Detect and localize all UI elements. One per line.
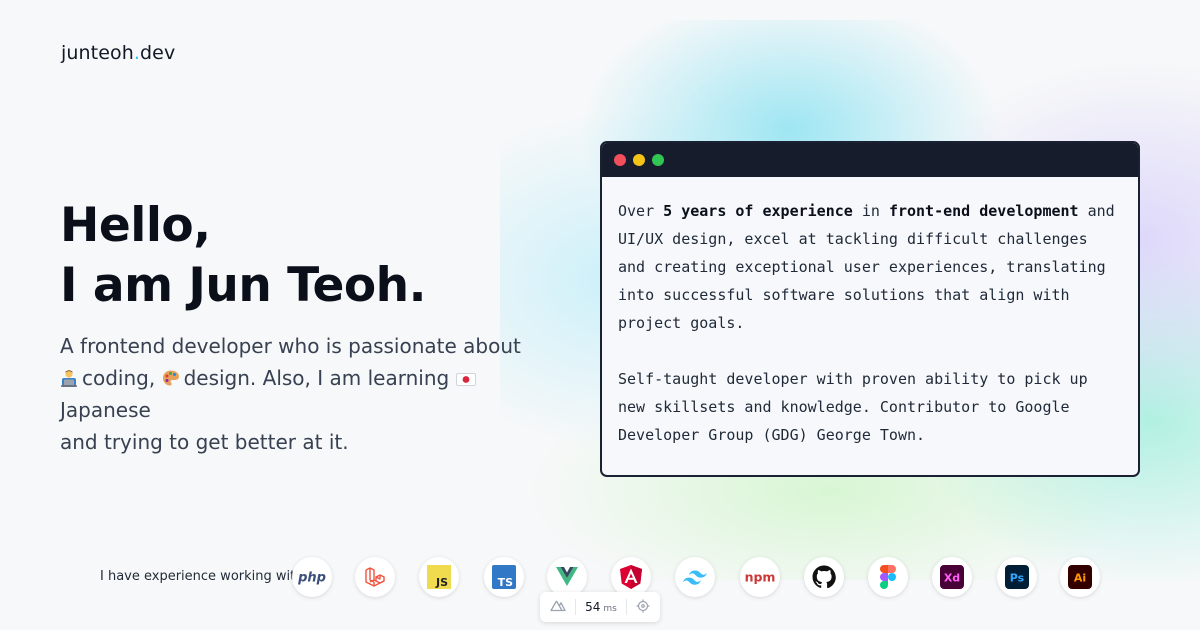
hero-title-line2: I am Jun Teoh. [60, 258, 426, 313]
logo-tld: dev [140, 42, 176, 64]
vue-icon[interactable] [547, 557, 587, 597]
adobe-xd-icon[interactable]: Xd [932, 557, 972, 597]
npm-icon-text: npm [745, 570, 776, 584]
subtitle-part1: A frontend developer who is passionate a… [60, 334, 521, 358]
maximize-dot-icon [652, 154, 664, 166]
artist-palette-icon [162, 364, 180, 386]
php-icon[interactable]: php [292, 557, 332, 597]
logo-name: junteoh [61, 42, 134, 64]
figma-icon[interactable] [868, 557, 908, 597]
p1-frontend-highlight: front-end development [888, 202, 1079, 220]
about-terminal-window: Over 5 years of experience in front-end … [600, 141, 1140, 477]
perf-unit: ms [603, 604, 617, 614]
coding-text: coding, [82, 366, 156, 390]
perf-value: 54 [585, 600, 601, 614]
github-icon[interactable] [804, 557, 844, 597]
ts-icon-text: TS [498, 576, 514, 589]
tailwind-icon[interactable] [675, 557, 715, 597]
site-logo[interactable]: junteoh.dev [61, 42, 175, 64]
perf-separator [575, 599, 577, 615]
terminal-title-bar [602, 143, 1138, 177]
illustrator-icon[interactable]: Ai [1060, 557, 1100, 597]
technologist-icon [60, 364, 78, 387]
hero-title: Hello, I am Jun Teoh. [60, 196, 426, 316]
laravel-icon[interactable] [355, 557, 395, 597]
p1-pre: Over [618, 202, 664, 220]
npm-icon[interactable]: npm [740, 557, 780, 597]
terminal-body: Over 5 years of experience in front-end … [602, 177, 1138, 449]
about-paragraph-1: Over 5 years of experience in front-end … [618, 197, 1122, 337]
perf-separator [625, 599, 627, 615]
nuxt-icon [550, 600, 566, 615]
hero-title-line1: Hello, [60, 198, 211, 253]
perf-widget[interactable]: 54 ms [540, 592, 660, 622]
typescript-icon[interactable]: TS [484, 557, 524, 597]
p1-mid: in [852, 202, 889, 220]
subtitle-part2: and trying to get better at it. [60, 430, 349, 454]
p1-post: and UI/UX design, excel at tackling diff… [618, 202, 1115, 332]
photoshop-icon[interactable]: Ps [997, 557, 1037, 597]
minimize-dot-icon [633, 154, 645, 166]
japan-flag-icon [455, 364, 476, 386]
japanese-text: Japanese [60, 398, 151, 422]
design-text: design. Also, I am learning [183, 366, 450, 390]
close-dot-icon [614, 154, 626, 166]
about-paragraph-2: Self-taught developer with proven abilit… [618, 370, 1088, 444]
ai-icon-text: Ai [1074, 572, 1086, 585]
ps-icon-text: Ps [1010, 572, 1025, 585]
js-icon-text: JS [435, 576, 448, 589]
crosshair-icon[interactable] [636, 599, 650, 616]
perf-timing: 54 ms [585, 600, 617, 614]
skills-label: I have experience working with [100, 569, 304, 584]
p1-years-highlight: 5 years of experience [663, 202, 853, 220]
hero-subtitle: A frontend developer who is passionate a… [60, 330, 560, 458]
javascript-icon[interactable]: JS [419, 557, 459, 597]
xd-icon-text: Xd [944, 572, 960, 585]
php-icon-text: php [297, 571, 326, 586]
angular-icon[interactable] [611, 557, 651, 597]
